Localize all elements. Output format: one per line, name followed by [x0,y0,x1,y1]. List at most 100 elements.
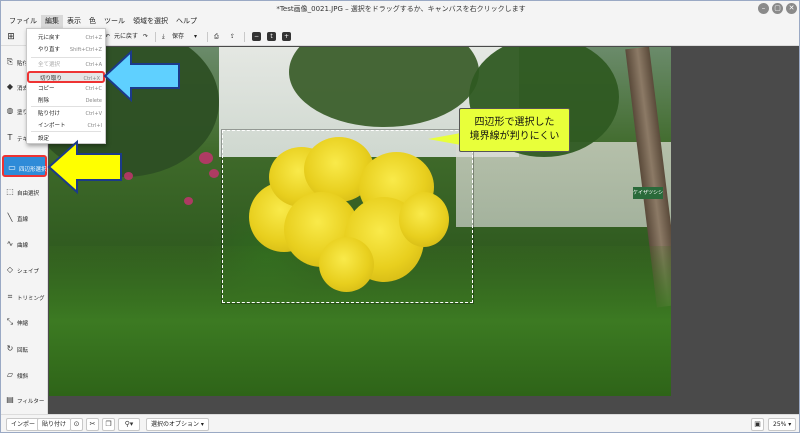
eraser-icon: ◆ [6,82,14,91]
blue-arrow-icon [103,49,180,103]
tool-resize[interactable]: ⤡ 伸縮 [2,311,47,333]
window-title: *Test画像_0021.JPG – 選択をドラッグするか、キャンバスを右クリッ… [276,5,526,13]
paste-button[interactable]: 貼り付け [37,418,72,431]
menu-item-label: インポート [38,123,66,129]
toolbar-divider [244,32,245,42]
save-button[interactable]: 保存 [172,31,184,43]
new-icon[interactable]: ⊞ [5,31,17,43]
menu-item-label: 元に戻す [38,35,61,41]
tool-shape[interactable]: ◇ シェイプ [2,259,47,281]
tool-line[interactable]: ╲ 直線 [2,207,47,229]
menu-item-2[interactable]: 全て選択 Ctrl+A [27,59,105,71]
window-controls: – ▢ ✕ [758,3,797,14]
tool-label: 四辺形選択 [19,167,47,173]
tool-label: 曲線 [17,243,29,249]
pink-blossom [184,197,193,205]
menu-tools[interactable]: ツール [100,15,129,29]
selection-rectangle[interactable] [222,130,473,303]
shape-icon: ◇ [6,265,14,274]
tool-label: 直線 [17,217,29,223]
chevron-down-icon[interactable]: ▾ [194,31,197,43]
redo-icon[interactable]: ↷ [143,31,148,43]
tool-label: 傾斜 [17,374,29,380]
tool-label: 回転 [17,348,29,354]
callout-line-1: 四辺形で選択した [474,117,555,128]
menu-item-shortcut: Ctrl+C [85,86,102,92]
copy-icon[interactable]: ❐ [102,418,115,431]
zoom-dropdown[interactable]: 25% ▾ [768,418,797,431]
tool-curve[interactable]: ∿ 曲線 [2,233,47,255]
menu-file[interactable]: ファイル [5,15,41,29]
filter-icon: ▤ [6,395,14,404]
app-window: *Test画像_0021.JPG – 選択をドラッグするか、キャンバスを右クリッ… [0,0,800,433]
curve-icon: ∿ [6,239,14,248]
menu-item-4[interactable]: コピー Ctrl+C [27,83,105,95]
menu-item-1[interactable]: やり直す Shift+Ctrl+Z [27,44,105,56]
pink-blossom [199,152,213,164]
print-icon[interactable]: ⎙ [214,31,219,43]
menu-item-shortcut: Ctrl+A [85,62,102,68]
menu-color[interactable]: 色 [85,15,100,29]
tool-rotate[interactable]: ↻ 回転 [2,338,47,360]
tool-filter[interactable]: ▤ フィルター [2,389,47,411]
target-icon[interactable]: ⊙ [70,418,83,431]
menu-item-label: やり直す [38,47,61,53]
download-icon[interactable]: ⤓ [162,31,165,43]
edit-menu-dropdown: 元に戻す Ctrl+Z やり直す Shift+Ctrl+Z 全て選択 Ctrl+A 切り取り… [26,28,106,144]
callout-pointer [428,133,461,145]
toolbar: ⊞ ↶ 元に戻す ↷ ⤓ 保存 ▾ ⎙ ⇪ − t + [1,28,799,46]
selection-options-label: 選択のオプション [151,421,200,428]
menu-bar: ファイル 編集 表示 色 ツール 領域を選択 ヘルプ [5,15,201,29]
scissors-icon[interactable]: ✂ [86,418,99,431]
undo-button[interactable]: 元に戻す [114,31,138,43]
title-bar: *Test画像_0021.JPG – 選択をドラッグするか、キャンバスを右クリッ… [1,1,799,29]
paste-icon: ⎘ [6,57,14,66]
close-button[interactable]: ✕ [786,3,797,14]
resize-icon: ⤡ [6,317,14,326]
crop-icon: ⌗ [7,292,13,301]
menu-item-3[interactable]: 切り取り Ctrl+X [27,71,105,83]
rotate-icon: ↻ [6,344,14,353]
tool-label: フィルター [17,399,45,405]
menu-separator [31,57,101,58]
text-icon: T [7,133,13,142]
tool-label: トリミング [17,296,45,302]
maximize-button[interactable]: ▢ [772,3,783,14]
menu-item-shortcut: Ctrl+I [87,123,102,129]
menu-item-shortcut: Delete [85,98,102,104]
callout-line-2: 境界線が判りにくい [469,131,560,142]
plus-icon[interactable]: + [282,32,291,41]
image-icon[interactable]: ▣ [751,418,764,431]
rect-select-icon: ▭ [8,163,16,172]
menu-help[interactable]: ヘルプ [172,15,201,29]
selection-options-dropdown[interactable]: 選択のオプション ▾ [146,418,209,431]
tool-label: 伸縮 [17,321,29,327]
menu-view[interactable]: 表示 [63,15,85,29]
menu-item-label: 貼り付け [38,111,61,117]
annotation-callout: 四辺形で選択した 境界線が判りにくい [459,108,570,152]
tool-label: 自由選択 [17,191,40,197]
minimize-button[interactable]: – [758,3,769,14]
share-icon[interactable]: ⇪ [230,31,235,43]
pink-blossom [124,172,133,180]
menu-item-5[interactable]: 削除 Delete [27,95,105,107]
skew-icon: ▱ [6,370,14,379]
toolbar-divider [155,32,156,42]
menu-select-region[interactable]: 領域を選択 [129,15,172,29]
text-format-icon[interactable]: t [267,32,276,41]
menu-item-label: 全て選択 [38,62,61,68]
magic-wand-icon[interactable]: ⚲▾ [118,418,140,431]
toolbar-divider [207,32,208,42]
tool-free-select[interactable]: ⬚ 自由選択 [2,181,47,203]
menu-item-6[interactable]: 貼り付け Ctrl+V [27,108,105,120]
menu-item-shortcut: Ctrl+V [85,111,102,117]
minus-icon[interactable]: − [252,32,261,41]
tool-rect-select[interactable]: ▭ 四辺形選択 [2,155,47,177]
tool-label: シェイプ [17,269,40,275]
menu-edit[interactable]: 編集 [41,15,63,29]
tool-crop[interactable]: ⌗ トリミング [2,286,47,308]
tool-skew[interactable]: ▱ 傾斜 [2,364,47,386]
menu-item-7[interactable]: インポート Ctrl+I [27,120,105,132]
line-icon: ╲ [7,213,13,222]
menu-item-0[interactable]: 元に戻す Ctrl+Z [27,32,105,44]
